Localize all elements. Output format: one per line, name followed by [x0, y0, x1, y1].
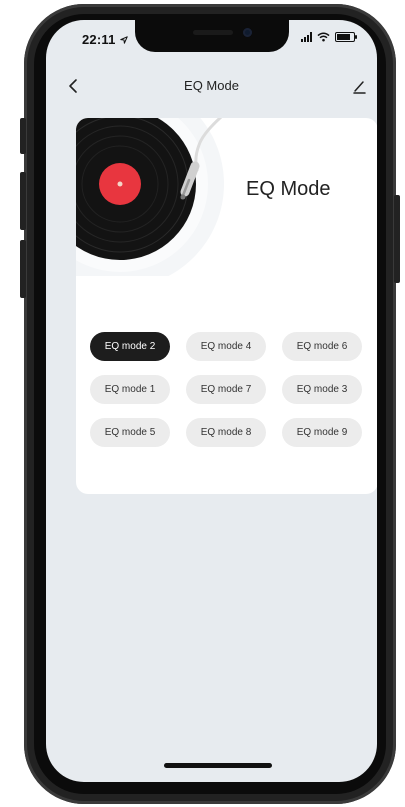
status-indicators	[301, 32, 357, 42]
vinyl-record-icon	[76, 118, 224, 276]
volume-up-button	[20, 172, 26, 230]
signal-icon	[301, 32, 312, 42]
earpiece-speaker	[193, 30, 233, 35]
mute-switch	[20, 118, 26, 154]
volume-down-button	[20, 240, 26, 298]
battery-icon	[335, 32, 357, 42]
eq-mode-card: EQ Mode EQ mode 2 EQ mode 4 EQ mode 6 EQ mo…	[76, 118, 377, 494]
status-time: 22:11	[82, 32, 129, 47]
power-button	[394, 195, 400, 283]
eq-mode-button[interactable]: EQ mode 3	[282, 375, 362, 404]
eq-mode-button[interactable]: EQ mode 5	[90, 418, 170, 447]
eq-mode-button[interactable]: EQ mode 1	[90, 375, 170, 404]
notch	[135, 20, 289, 52]
eq-mode-button[interactable]: EQ mode 9	[282, 418, 362, 447]
card-title: EQ Mode	[246, 178, 331, 200]
home-indicator[interactable]	[164, 763, 272, 768]
edit-pencil-icon[interactable]	[349, 76, 369, 96]
location-arrow-icon	[120, 36, 129, 44]
wifi-icon	[317, 32, 330, 42]
page-title: EQ Mode	[184, 78, 239, 93]
eq-mode-button[interactable]: EQ mode 6	[282, 332, 362, 361]
app-screen: 22:11 EQ Mode EQ Mode EQ mode 2 EQ mode …	[46, 20, 377, 782]
eq-mode-button[interactable]: EQ mode 8	[186, 418, 266, 447]
eq-mode-button[interactable]: EQ mode 4	[186, 332, 266, 361]
eq-mode-grid: EQ mode 2 EQ mode 4 EQ mode 6 EQ mode 1 EQ m…	[90, 332, 366, 447]
status-time-text: 22:11	[82, 32, 116, 47]
eq-mode-button[interactable]: EQ mode 2	[90, 332, 170, 361]
front-camera	[243, 28, 252, 37]
eq-mode-button[interactable]: EQ mode 7	[186, 375, 266, 404]
